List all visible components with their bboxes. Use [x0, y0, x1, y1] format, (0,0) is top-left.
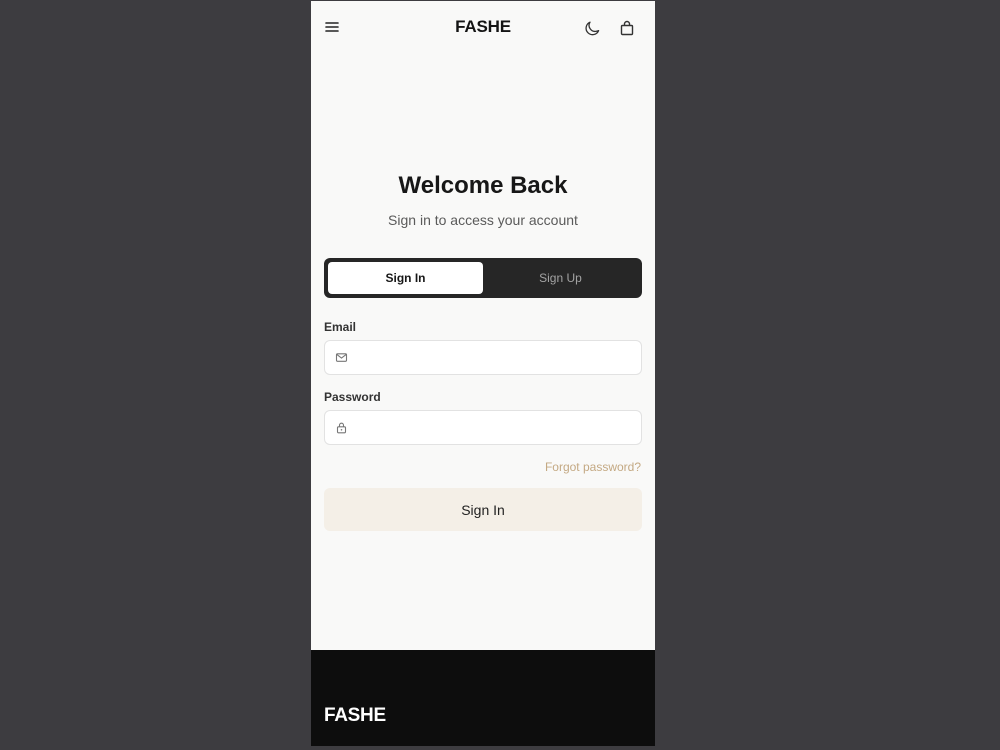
mail-icon: [335, 351, 348, 364]
shopping-bag-icon[interactable]: [617, 18, 637, 38]
site-footer: FASHE: [311, 650, 655, 746]
email-field-container: [324, 340, 642, 376]
sign-in-button[interactable]: Sign In: [324, 488, 642, 531]
email-input[interactable]: [355, 341, 639, 376]
page-subtitle: Sign in to access your account: [388, 212, 578, 228]
password-label: Password: [324, 390, 381, 404]
tab-sign-in[interactable]: Sign In: [328, 262, 483, 294]
lock-icon: [335, 421, 348, 434]
tab-sign-up[interactable]: Sign Up: [483, 262, 638, 294]
footer-brand-logo[interactable]: FASHE: [324, 705, 386, 727]
app-screen: FASHE Welcome Back Sign in to access you…: [311, 1, 655, 746]
moon-icon[interactable]: [583, 18, 603, 38]
top-navigation-bar: FASHE: [311, 1, 655, 55]
brand-logo[interactable]: FASHE: [311, 17, 655, 37]
page-title: Welcome Back: [398, 172, 568, 199]
forgot-password-link[interactable]: Forgot password?: [545, 460, 641, 474]
email-label: Email: [324, 320, 357, 334]
password-input[interactable]: [355, 411, 639, 446]
auth-tabs: Sign In Sign Up: [324, 258, 642, 298]
password-field-container: [324, 410, 642, 446]
